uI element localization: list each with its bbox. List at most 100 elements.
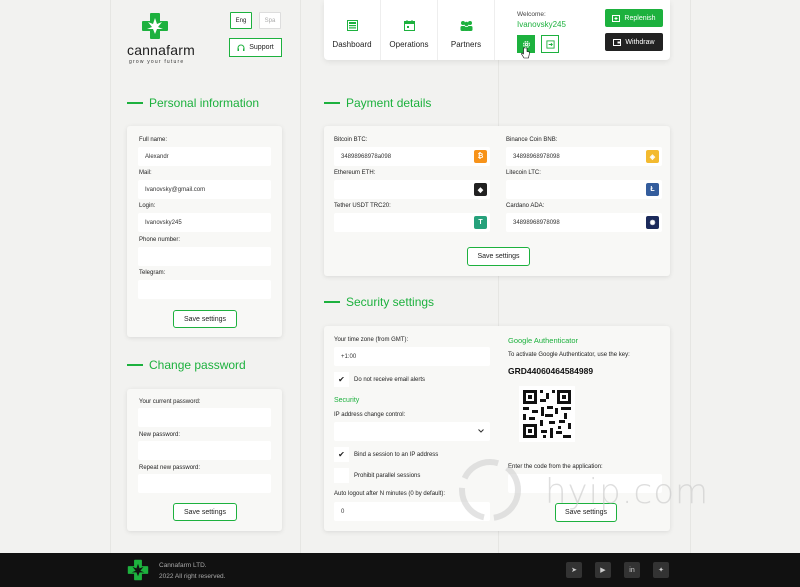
nav-dashboard-label: Dashboard: [332, 40, 372, 49]
personal-info-title: Personal information: [127, 96, 259, 110]
ada-input[interactable]: 34898968978098 ✺: [506, 213, 662, 232]
eth-input[interactable]: ◆: [334, 180, 490, 199]
binance-icon: ◈: [646, 150, 659, 163]
telegram-icon[interactable]: ➤: [566, 562, 582, 578]
nav-operations[interactable]: Operations: [381, 0, 438, 60]
footer-rights: 2022 All right reserved.: [159, 573, 226, 580]
ip-control-select[interactable]: [334, 422, 490, 441]
cannabis-cross-icon: [142, 13, 168, 39]
cardano-icon: ✺: [646, 216, 659, 229]
ltc-input[interactable]: Ł: [506, 180, 662, 199]
wallet-plus-icon: [612, 15, 621, 22]
checkmark-icon: ✔: [338, 450, 345, 459]
mail-label: Mail:: [139, 170, 152, 176]
google-auth-title: Google Authenticator: [508, 336, 579, 345]
ada-value: 34898968978098: [513, 219, 560, 226]
watermark-text: hyip.com: [545, 472, 710, 512]
no-email-checkbox[interactable]: ✔: [334, 372, 349, 387]
google-auth-key: GRD44060464584989: [508, 366, 594, 376]
youtube-icon[interactable]: ▶: [595, 562, 611, 578]
new-password-input[interactable]: [138, 441, 271, 460]
payment-details-title: Payment details: [324, 96, 431, 110]
btc-value: 34898968978a098: [341, 153, 392, 160]
login-input[interactable]: Ivanovsky245: [138, 213, 271, 232]
brand-tagline: grow your future: [129, 59, 185, 65]
usdt-input[interactable]: T: [334, 213, 490, 232]
phone-input[interactable]: [138, 247, 271, 266]
ethereum-icon: ◆: [474, 183, 487, 196]
bind-ip-checkbox[interactable]: ✔: [334, 447, 349, 462]
payment-details-card: Bitcoin BTC: 34898968978a098 ₿ Ethereum …: [324, 126, 670, 276]
telegram-label: Telegram:: [139, 270, 166, 276]
no-email-label: Do not receive email alerts: [354, 377, 426, 383]
footer-logo-icon: [127, 559, 149, 581]
dashboard-icon: [346, 20, 358, 31]
personal-info-card: Full name: Alexandr Mail: Ivanovsky@gmai…: [127, 126, 282, 337]
btc-label: Bitcoin BTC:: [334, 137, 368, 143]
calendar-icon: [403, 20, 415, 31]
bnb-input[interactable]: 34898968978098 ◈: [506, 147, 662, 166]
exit-icon: [545, 39, 555, 49]
support-label: Support: [249, 44, 274, 51]
withdraw-button[interactable]: Withdraw: [605, 33, 663, 51]
headset-icon: [237, 44, 245, 51]
login-label: Login:: [139, 203, 156, 209]
twitter-icon[interactable]: ✦: [653, 562, 669, 578]
telegram-input[interactable]: [138, 280, 271, 299]
lang-eng-button[interactable]: Eng: [230, 12, 252, 29]
usdt-label: Tether USDT TRC20:: [334, 203, 391, 209]
current-password-label: Your current password:: [139, 399, 201, 405]
security-settings-title: Security settings: [324, 295, 434, 309]
linkedin-icon[interactable]: in: [624, 562, 640, 578]
google-auth-hint: To activate Google Authenticator, use th…: [508, 352, 630, 358]
timezone-label: Your time zone (from GMT):: [334, 337, 409, 343]
eth-label: Ethereum ETH:: [334, 170, 376, 176]
security-subtitle: Security: [334, 397, 360, 404]
watermark-ring-icon: [459, 459, 521, 521]
bind-ip-label: Bind a session to an IP address: [354, 452, 439, 458]
welcome-username: Ivanovsky245: [517, 20, 566, 29]
bnb-value: 34898968978098: [513, 153, 560, 160]
brand-name: cannafarm: [127, 42, 195, 58]
full-name-label: Full name:: [139, 137, 168, 143]
footer: Cannafarm LTD. 2022 All right reserved. …: [0, 553, 800, 587]
cursor-hand-icon: [521, 47, 530, 59]
repeat-password-input[interactable]: [138, 474, 271, 493]
repeat-password-label: Repeat new password:: [139, 465, 201, 471]
ada-label: Cardano ADA:: [506, 203, 545, 209]
nav-partners-label: Partners: [450, 40, 482, 49]
logout-button[interactable]: [541, 35, 559, 53]
payment-save-button[interactable]: Save settings: [467, 247, 530, 266]
tether-icon: T: [474, 216, 487, 229]
nav-partners[interactable]: Partners: [438, 0, 495, 60]
lang-spa-button[interactable]: Spa: [259, 12, 281, 29]
current-password-input[interactable]: [138, 408, 271, 427]
wallet-icon: [613, 39, 622, 46]
qr-code: [519, 386, 575, 442]
replenish-button[interactable]: Replenish: [605, 9, 663, 27]
autologout-label: Auto logout after N minutes (0 by defaul…: [334, 491, 446, 497]
nav-dashboard[interactable]: Dashboard: [324, 0, 381, 60]
ip-control-label: IP address change control:: [334, 412, 406, 418]
ltc-label: Litecoin LTC:: [506, 170, 541, 176]
bitcoin-icon: ₿: [474, 150, 487, 163]
litecoin-icon: Ł: [646, 183, 659, 196]
welcome-label: Welcome:: [517, 11, 546, 18]
full-name-input[interactable]: Alexandr: [138, 147, 271, 166]
footer-company: Cannafarm LTD.: [159, 562, 207, 569]
password-save-button[interactable]: Save settings: [173, 503, 237, 521]
partners-icon: [460, 21, 472, 31]
btc-input[interactable]: 34898968978a098 ₿: [334, 147, 490, 166]
withdraw-label: Withdraw: [625, 38, 655, 46]
nav-operations-label: Operations: [389, 40, 429, 49]
change-password-title: Change password: [127, 358, 246, 372]
change-password-card: Your current password: New password: Rep…: [127, 389, 282, 531]
mail-input[interactable]: Ivanovsky@gmail.com: [138, 180, 271, 199]
support-button[interactable]: Support: [229, 38, 282, 57]
bnb-label: Binance Coin BNB:: [506, 137, 558, 143]
chevron-down-icon: [478, 429, 484, 433]
parallel-sessions-label: Prohibit parallel sessions: [354, 473, 421, 479]
personal-save-button[interactable]: Save settings: [173, 310, 237, 328]
timezone-input[interactable]: +1:00: [334, 347, 490, 366]
parallel-sessions-checkbox[interactable]: [334, 468, 349, 483]
